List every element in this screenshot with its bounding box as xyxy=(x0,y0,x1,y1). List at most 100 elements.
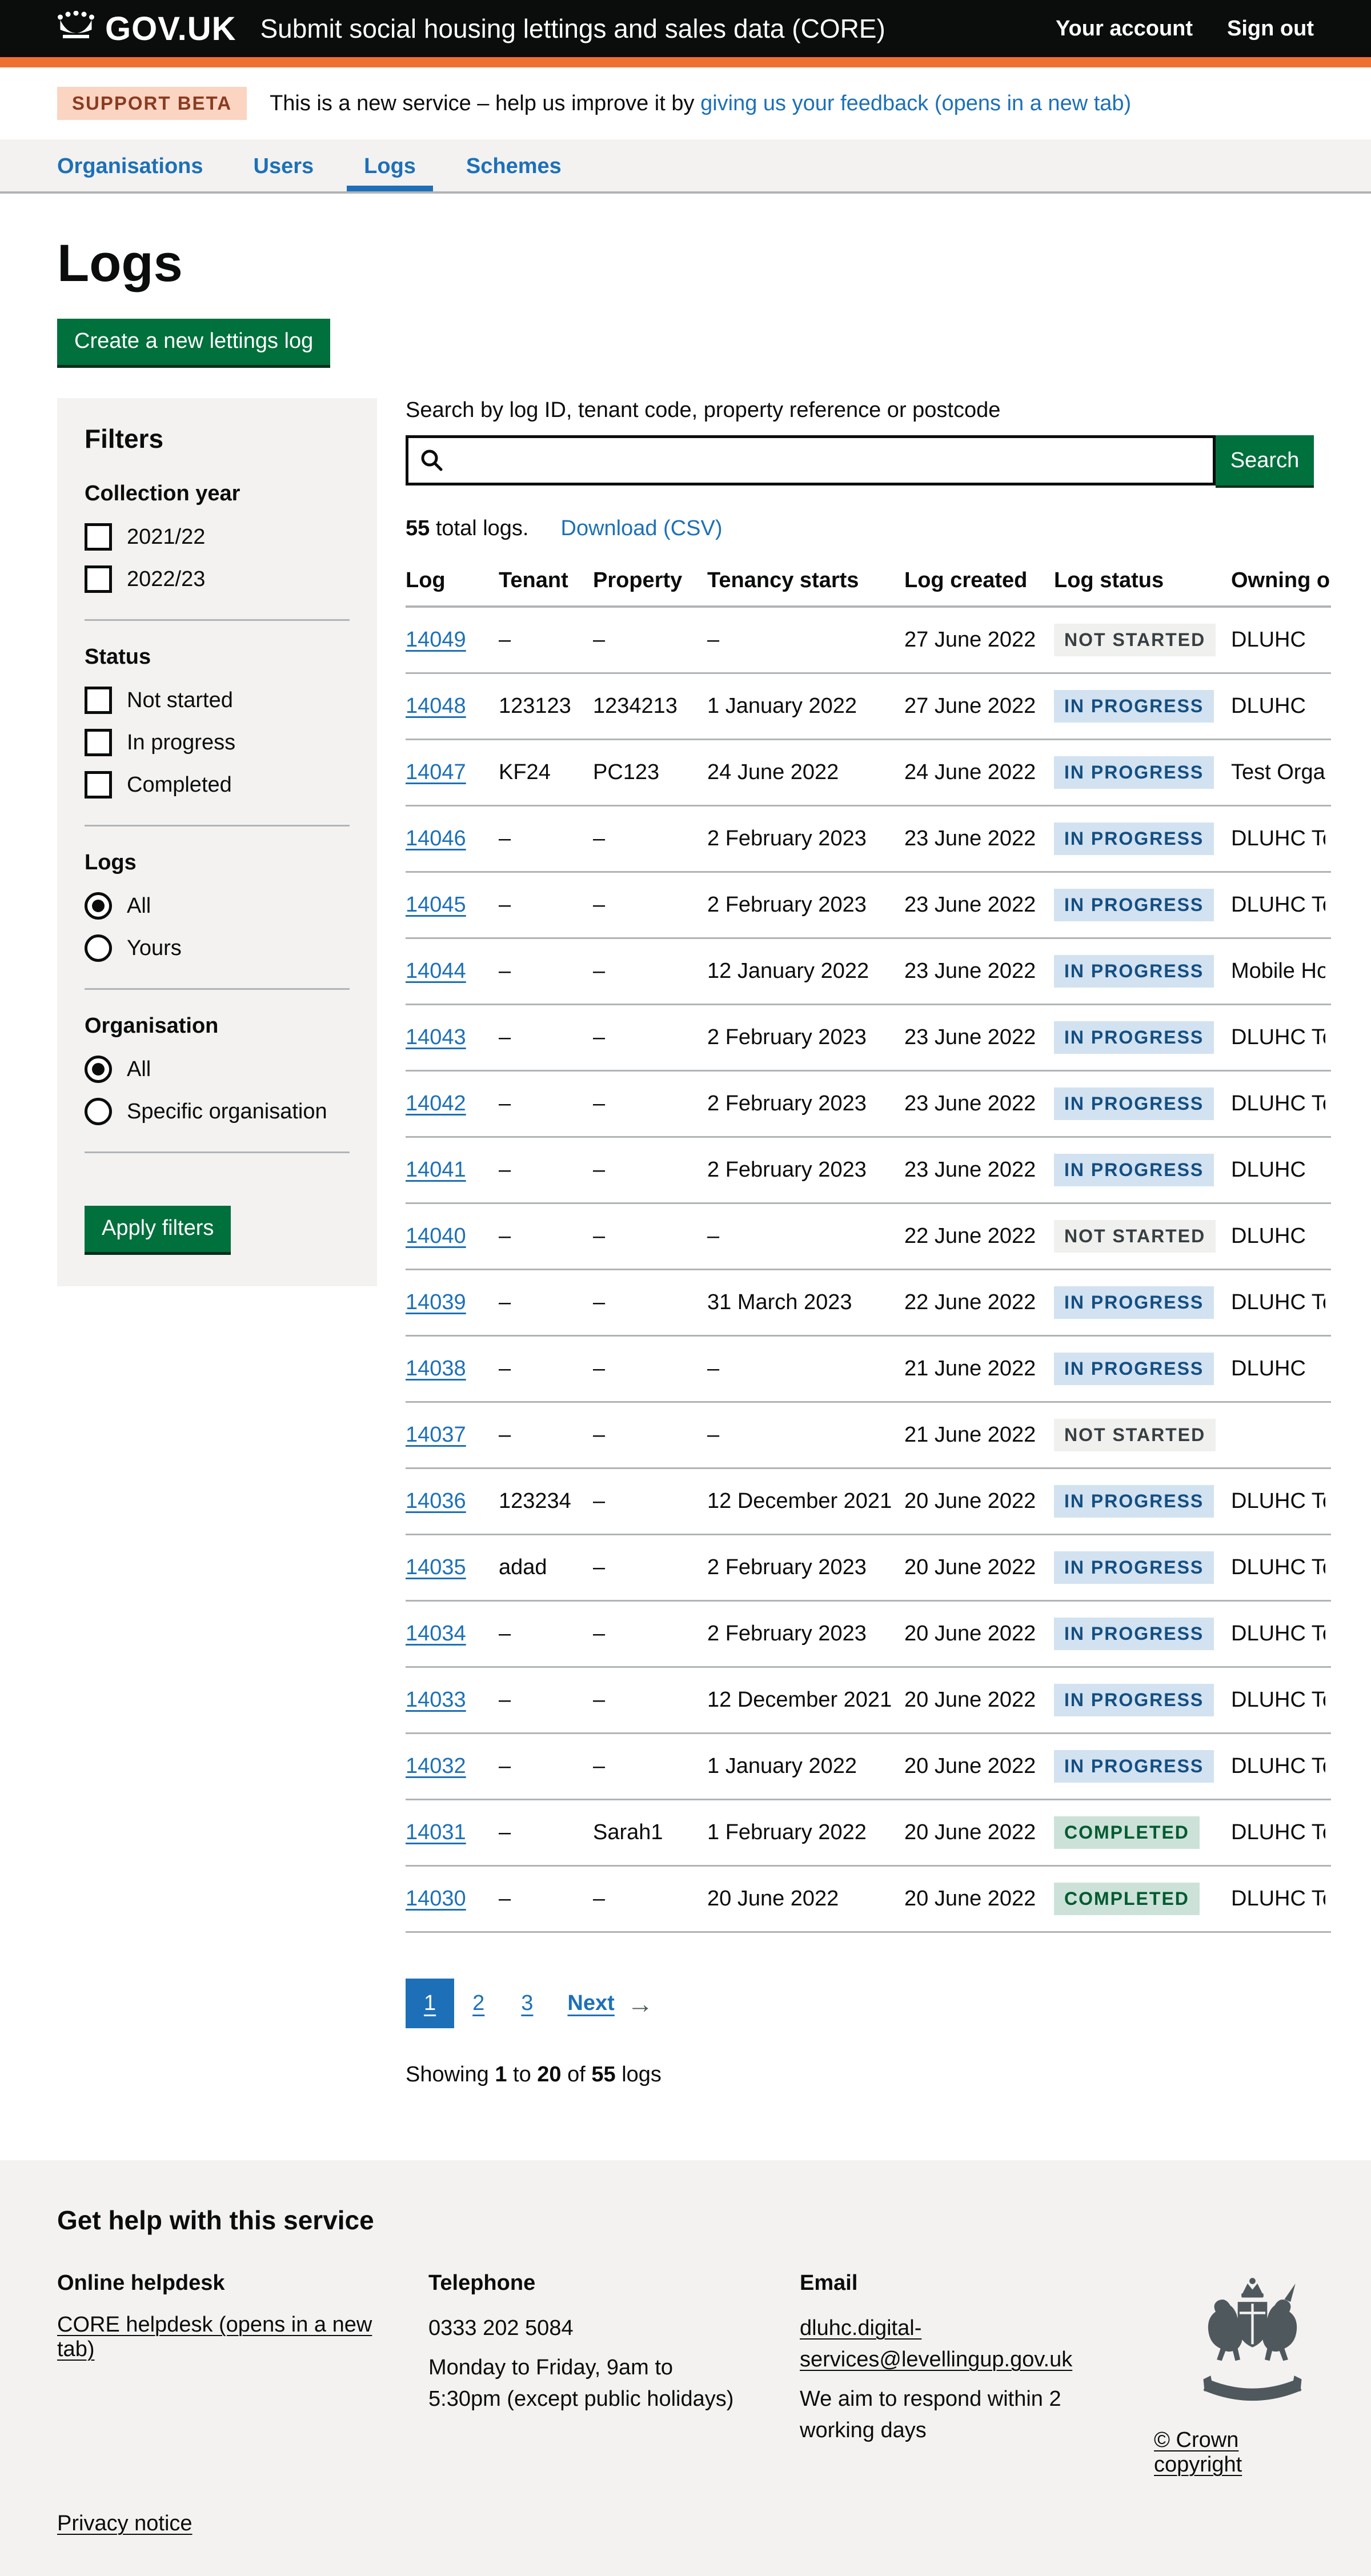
status-badge: IN PROGRESS xyxy=(1054,1485,1214,1518)
checkbox-in-progress[interactable] xyxy=(85,729,112,756)
log-id-link[interactable]: 14048 xyxy=(406,694,466,718)
log-status-cell: IN PROGRESS xyxy=(1054,1005,1231,1071)
footer-telephone-column: Telephone 0333 202 5084 Monday to Friday… xyxy=(428,2271,800,2423)
footer-heading: Get help with this service xyxy=(57,2205,1314,2236)
log-id-link[interactable]: 14043 xyxy=(406,1025,466,1049)
email-note: We aim to respond within 2 working days xyxy=(800,2384,1120,2446)
status-badge: IN PROGRESS xyxy=(1054,822,1214,855)
filter-option-label[interactable]: 2021/22 xyxy=(127,525,205,549)
log-id-link[interactable]: 14042 xyxy=(406,1092,466,1116)
showing-total: 55 xyxy=(591,2063,615,2087)
pagination-next-link[interactable]: Next xyxy=(567,1991,614,2016)
property-cell: – xyxy=(593,1336,707,1402)
nav-item-organisations[interactable]: Organisations xyxy=(57,139,203,191)
create-lettings-log-button[interactable]: Create a new lettings log xyxy=(57,319,330,365)
tenant-cell: – xyxy=(499,938,593,1005)
main-content: Logs Create a new lettings log Filters C… xyxy=(57,234,1314,2109)
radio-yours[interactable] xyxy=(85,934,112,962)
filter-option-label[interactable]: Yours xyxy=(127,936,182,961)
footer-email-column: Email dluhc.digital-services@levellingup… xyxy=(800,2271,1154,2454)
tenant-cell: – xyxy=(499,872,593,938)
search-input[interactable] xyxy=(406,435,1216,485)
log-created-cell: 20 June 2022 xyxy=(904,1866,1054,1932)
log-id-link[interactable]: 14036 xyxy=(406,1489,466,1513)
owning-organisation-cell: DLUHC Tes xyxy=(1231,806,1331,872)
column-header-tenant: Tenant xyxy=(499,553,593,607)
your-account-link[interactable]: Your account xyxy=(1056,17,1193,41)
tenancy-starts-cell: – xyxy=(707,1336,904,1402)
log-id-link[interactable]: 14044 xyxy=(406,959,466,983)
log-id-link[interactable]: 14037 xyxy=(406,1423,466,1447)
checkbox-not-started[interactable] xyxy=(85,687,112,714)
log-id-link[interactable]: 14032 xyxy=(406,1754,466,1778)
log-id-link[interactable]: 14046 xyxy=(406,826,466,850)
sign-out-link[interactable]: Sign out xyxy=(1227,17,1314,41)
radio-all[interactable] xyxy=(85,1056,112,1083)
checkbox-completed[interactable] xyxy=(85,771,112,799)
log-status-cell: IN PROGRESS xyxy=(1054,740,1231,806)
log-id-link[interactable]: 14035 xyxy=(406,1555,466,1579)
showing-summary: Showing 1 to 20 of 55 logs xyxy=(406,2063,1314,2087)
arrow-right-icon: → xyxy=(627,1988,654,2019)
search-button[interactable]: Search xyxy=(1216,435,1314,485)
feedback-link[interactable]: giving us your feedback (opens in a new … xyxy=(700,91,1131,115)
filter-option-label[interactable]: Specific organisation xyxy=(127,1100,327,1124)
filter-group-heading: Logs xyxy=(85,850,350,875)
log-id-link[interactable]: 14041 xyxy=(406,1158,466,1182)
property-cell: – xyxy=(593,1866,707,1932)
log-id-link[interactable]: 14045 xyxy=(406,893,466,917)
tenant-cell: – xyxy=(499,1336,593,1402)
log-id-link[interactable]: 14034 xyxy=(406,1622,466,1646)
checkbox-2022-23[interactable] xyxy=(85,565,112,593)
column-header-log-status: Log status xyxy=(1054,553,1231,607)
log-status-cell: IN PROGRESS xyxy=(1054,806,1231,872)
search-label: Search by log ID, tenant code, property … xyxy=(406,398,1314,423)
property-cell: – xyxy=(593,1468,707,1535)
primary-nav-list: Organisations Users Logs Schemes xyxy=(57,139,1314,191)
status-badge: IN PROGRESS xyxy=(1054,690,1214,723)
core-helpdesk-link[interactable]: CORE helpdesk (opens in a new tab) xyxy=(57,2313,372,2361)
log-id-link[interactable]: 14038 xyxy=(406,1357,466,1381)
filter-option-label[interactable]: Completed xyxy=(127,773,232,797)
nav-item-logs[interactable]: Logs xyxy=(347,139,433,191)
tenant-cell: – xyxy=(499,1601,593,1667)
log-id-link[interactable]: 14049 xyxy=(406,628,466,652)
tenant-cell: – xyxy=(499,1005,593,1071)
radio-specific-organisation[interactable] xyxy=(85,1098,112,1125)
filter-option-label[interactable]: 2022/23 xyxy=(127,567,205,592)
log-created-cell: 23 June 2022 xyxy=(904,938,1054,1005)
tenancy-starts-cell: 31 March 2023 xyxy=(707,1270,904,1336)
privacy-notice-link[interactable]: Privacy notice xyxy=(57,2511,193,2535)
log-id-link[interactable]: 14039 xyxy=(406,1290,466,1314)
filter-option-label[interactable]: All xyxy=(127,1057,151,1082)
tenancy-starts-cell: 2 February 2023 xyxy=(707,1601,904,1667)
log-status-cell: IN PROGRESS xyxy=(1054,872,1231,938)
filter-option-label[interactable]: Not started xyxy=(127,688,233,713)
service-name-link[interactable]: Submit social housing lettings and sales… xyxy=(260,13,885,44)
log-status-cell: IN PROGRESS xyxy=(1054,1336,1231,1402)
email-link[interactable]: dluhc.digital-services@levellingup.gov.u… xyxy=(800,2316,1072,2372)
pagination-page-2[interactable]: 2 xyxy=(454,1979,503,2028)
pagination-page-3[interactable]: 3 xyxy=(503,1979,551,2028)
nav-item-schemes[interactable]: Schemes xyxy=(466,139,562,191)
helpdesk-heading: Online helpdesk xyxy=(57,2271,406,2296)
log-id-link[interactable]: 14040 xyxy=(406,1224,466,1248)
table-row: 14043––2 February 202323 June 2022IN PRO… xyxy=(406,1005,1331,1071)
filter-option-label[interactable]: All xyxy=(127,894,151,918)
pagination-page-1-current[interactable]: 1 xyxy=(406,1979,454,2028)
nav-item-users[interactable]: Users xyxy=(254,139,314,191)
filter-option: Yours xyxy=(85,934,350,962)
filter-option-label[interactable]: In progress xyxy=(127,731,235,755)
tenancy-starts-cell: 2 February 2023 xyxy=(707,872,904,938)
crown-copyright-link[interactable]: © Crown copyright xyxy=(1154,2428,1314,2477)
download-csv-link[interactable]: Download (CSV) xyxy=(561,516,723,541)
log-id-link[interactable]: 14047 xyxy=(406,760,466,784)
radio-all[interactable] xyxy=(85,892,112,920)
log-id-link[interactable]: 14031 xyxy=(406,1820,466,1844)
log-id-link[interactable]: 14033 xyxy=(406,1688,466,1712)
apply-filters-button[interactable]: Apply filters xyxy=(85,1206,231,1252)
log-id-link[interactable]: 14030 xyxy=(406,1887,466,1911)
tenancy-starts-cell: 12 January 2022 xyxy=(707,938,904,1005)
tenancy-starts-cell: 2 February 2023 xyxy=(707,1137,904,1203)
checkbox-2021-22[interactable] xyxy=(85,523,112,551)
